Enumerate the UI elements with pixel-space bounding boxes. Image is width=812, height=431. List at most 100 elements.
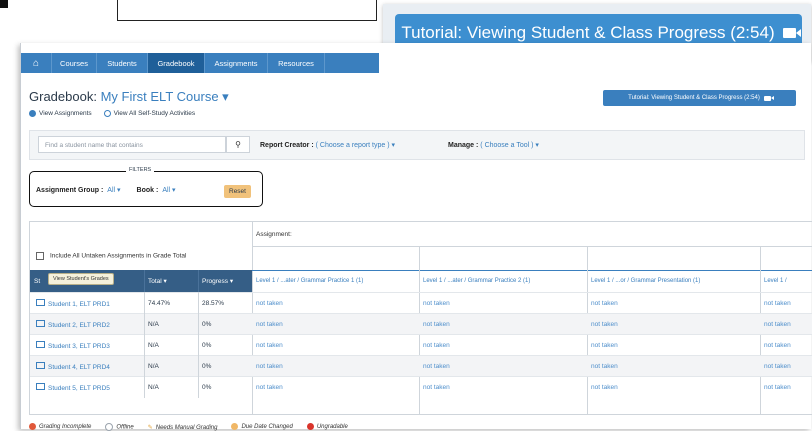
include-untaken-option[interactable]: Include All Untaken Assignments in Grade… [36, 252, 186, 260]
header-total-label: Total [148, 277, 162, 285]
status-legend: Grading Incomplete Offline ✎ Needs Manual… [29, 423, 348, 431]
assignment-col-2[interactable]: Level 1 / ...ater / Grammar Practice 2 (… [423, 272, 530, 290]
legend-label: Needs Manual Grading [155, 424, 218, 431]
envelope-icon [36, 299, 45, 306]
report-creator: Report Creator : ( Choose a report type … [260, 141, 395, 149]
view-assignments-label: View Assignments [39, 110, 92, 118]
student-link[interactable]: Student 5, ELT PRD5 [36, 383, 110, 392]
manage-label: Manage : [448, 142, 479, 149]
grade-cell[interactable]: not taken [764, 314, 791, 335]
student-link[interactable]: Student 4, ELT PRD4 [36, 362, 110, 371]
grade-cell[interactable]: not taken [256, 356, 283, 377]
grade-cell[interactable]: not taken [591, 335, 618, 356]
grade-cell[interactable]: not taken [423, 377, 450, 398]
table-row: Student 2, ELT PRD2 N/A 0% not taken not… [30, 313, 812, 335]
main-nav: ⌂ Courses Students Gradebook Assignments… [21, 53, 379, 73]
clock-icon [231, 423, 239, 431]
grade-cell[interactable]: not taken [764, 377, 791, 398]
grade-cell[interactable]: not taken [764, 356, 791, 377]
view-self-study-label: View All Self-Study Activities [113, 110, 196, 118]
total-cell: 74.47% [148, 300, 171, 307]
assignment-col-3[interactable]: Level 1 / ...or / Grammar Presentation (… [591, 272, 700, 290]
total-cell: N/A [148, 321, 159, 328]
header-progress-label: Progress [202, 277, 229, 285]
course-name: My First ELT Course [100, 89, 219, 104]
include-untaken-label: Include All Untaken Assignments in Grade… [50, 252, 187, 260]
grade-cell[interactable]: not taken [764, 335, 791, 356]
assignment-col-1[interactable]: Level 1 / ...ater / Grammar Practice 1 (… [256, 272, 363, 290]
grade-cell[interactable]: not taken [423, 293, 450, 314]
page-title-prefix: Gradebook: [29, 89, 97, 104]
grade-cell[interactable]: not taken [256, 293, 283, 314]
envelope-icon [36, 320, 45, 327]
student-link[interactable]: Student 1, ELT PRD1 [36, 299, 110, 308]
assignment-col-4[interactable]: Level 1 / [764, 272, 787, 290]
assignment-label: Assignment: [256, 231, 292, 238]
total-cell: N/A [148, 363, 159, 370]
grade-cell[interactable]: not taken [764, 293, 791, 314]
grade-cell[interactable]: not taken [591, 293, 618, 314]
table-row: Student 1, ELT PRD1 74.47% 28.57% not ta… [30, 292, 812, 314]
tutorial-button-small[interactable]: Tutorial: Viewing Student & Class Progre… [603, 90, 796, 106]
tutorial-button-label: Tutorial: Viewing Student & Class Progre… [628, 95, 760, 101]
grade-cell[interactable]: not taken [256, 335, 283, 356]
view-self-study-option[interactable]: View All Self-Study Activities [103, 110, 196, 118]
filters-row: Assignment Group : All ▾ Book : All ▾ [36, 186, 176, 195]
student-search-input[interactable]: Find a student name that contains [38, 136, 226, 153]
total-cell: N/A [148, 342, 159, 349]
manage-tools: Manage : ( Choose a Tool ) ▾ [448, 141, 539, 149]
reset-button[interactable]: Reset [224, 185, 251, 198]
grade-cell[interactable]: not taken [256, 377, 283, 398]
report-type-dropdown[interactable]: ( Choose a report type ) ▾ [316, 142, 395, 149]
grade-cell[interactable]: not taken [423, 314, 450, 335]
legend-label: Grading Incomplete [39, 424, 92, 431]
grid-left-header: Include All Untaken Assignments in Grade… [30, 222, 252, 270]
assignment-group-label: Assignment Group : [36, 186, 104, 194]
table-row: Student 5, ELT PRD5 N/A 0% not taken not… [30, 376, 812, 398]
nav-resources[interactable]: Resources [268, 53, 325, 73]
video-camera-icon [763, 95, 774, 101]
student-name: Student 4, ELT PRD4 [48, 364, 110, 371]
progress-cell: 28.57% [202, 300, 225, 307]
assignment-group-value: All [107, 187, 116, 194]
offline-icon [105, 423, 114, 431]
manage-tool-value: ( Choose a Tool ) [480, 142, 534, 149]
envelope-icon [36, 362, 45, 369]
filters-title: FILTERS [126, 167, 155, 173]
gradebook-panel: ⌂ Courses Students Gradebook Assignments… [20, 43, 812, 431]
course-selector[interactable]: My First ELT Course ▾ [101, 89, 229, 104]
header-total[interactable]: Total ▾ [148, 270, 167, 292]
grade-cell[interactable]: not taken [591, 314, 618, 335]
grade-cell[interactable]: not taken [423, 335, 450, 356]
student-link[interactable]: Student 2, ELT PRD2 [36, 320, 110, 329]
student-name: Student 1, ELT PRD1 [48, 301, 110, 308]
home-icon[interactable]: ⌂ [21, 53, 52, 73]
grade-cell[interactable]: not taken [591, 377, 618, 398]
header-progress[interactable]: Progress ▾ [202, 270, 233, 292]
warning-icon [29, 423, 36, 431]
assignment-group-dropdown[interactable]: All ▾ [107, 186, 120, 194]
nav-courses[interactable]: Courses [52, 53, 97, 73]
checkbox-icon[interactable] [36, 252, 44, 260]
manage-tool-dropdown[interactable]: ( Choose a Tool ) ▾ [480, 142, 539, 149]
report-type-value: ( Choose a report type ) [315, 142, 390, 149]
student-name: Student 2, ELT PRD2 [48, 322, 110, 329]
view-assignments-option[interactable]: View Assignments [29, 110, 92, 117]
nav-gradebook[interactable]: Gradebook [148, 53, 205, 73]
student-link[interactable]: Student 3, ELT PRD3 [36, 341, 110, 350]
legend-label: Due Date Changed [241, 424, 293, 431]
student-name: Student 5, ELT PRD5 [48, 385, 110, 392]
grade-cell[interactable]: not taken [256, 314, 283, 335]
table-row: Student 3, ELT PRD3 N/A 0% not taken not… [30, 334, 812, 356]
book-dropdown[interactable]: All ▾ [162, 186, 175, 194]
grade-cell[interactable]: not taken [423, 356, 450, 377]
grade-cell[interactable]: not taken [591, 356, 618, 377]
progress-cell: 0% [202, 363, 212, 370]
header-student[interactable]: St [34, 270, 40, 292]
nav-assignments[interactable]: Assignments [205, 53, 268, 73]
total-cell: N/A [148, 384, 159, 391]
legend-manual-grading: ✎ Needs Manual Grading [148, 424, 218, 431]
nav-students[interactable]: Students [97, 53, 148, 73]
search-icon[interactable]: ⚲ [226, 136, 250, 153]
progress-cell: 0% [202, 384, 212, 391]
